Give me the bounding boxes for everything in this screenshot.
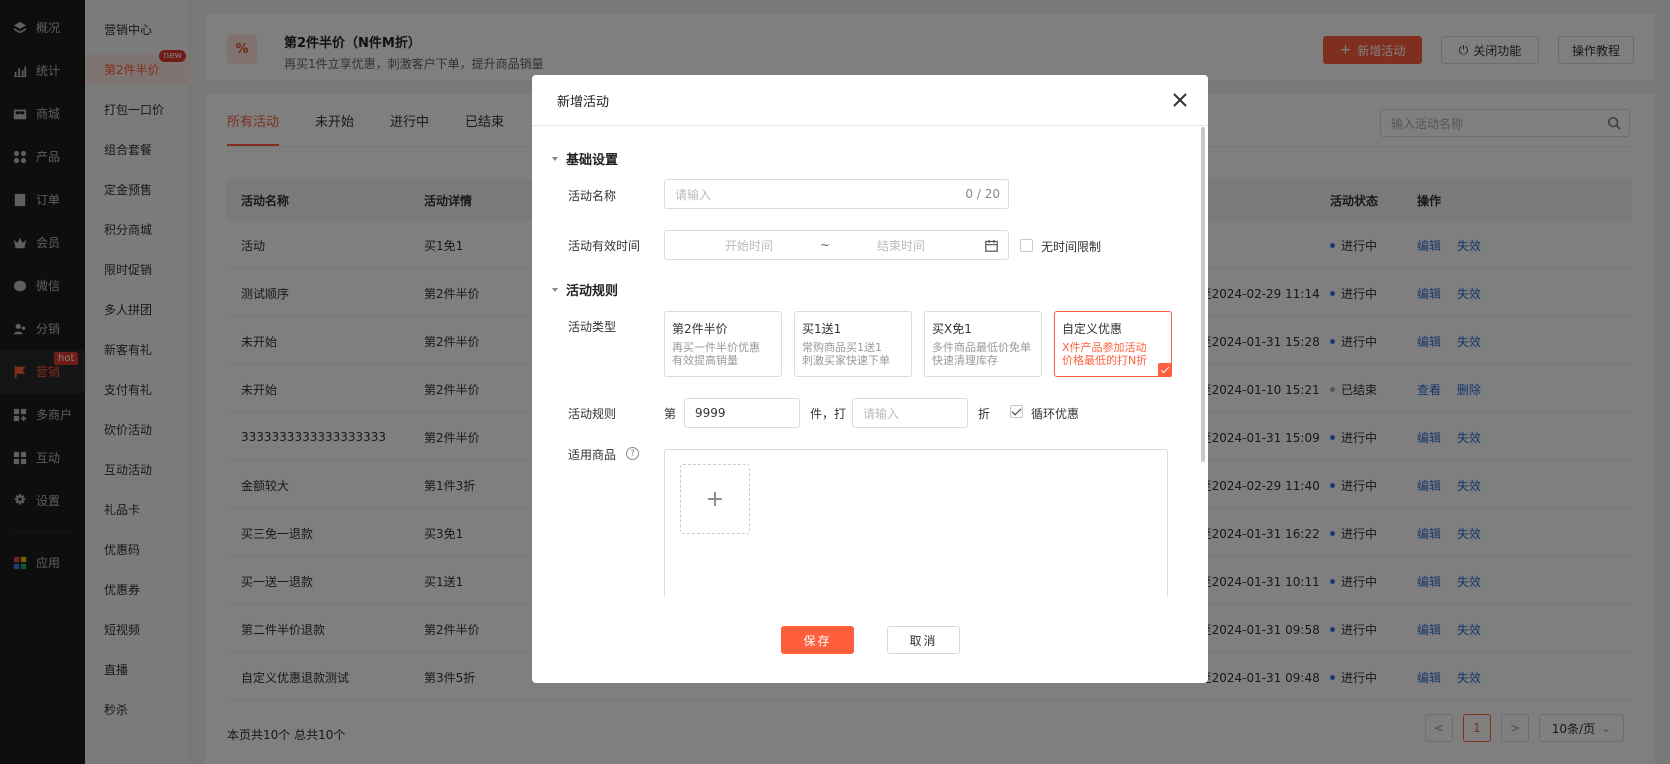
date-range-picker[interactable]: 开始时间 ~ 结束时间 (664, 230, 1009, 260)
rule-discount-input[interactable]: 请输入 (852, 398, 968, 428)
type-title: 买X免1 (932, 322, 972, 336)
caret-down-icon (552, 156, 558, 161)
dialog-divider (532, 125, 1208, 126)
caret-down-icon (552, 287, 558, 292)
dialog-scrollbar[interactable] (1201, 127, 1205, 462)
add-goods-button[interactable]: + (680, 464, 750, 534)
section-basic-label: 基础设置 (566, 153, 619, 168)
check-icon (1158, 363, 1172, 377)
goods-label: 适用商品 (568, 448, 617, 462)
type-card-second-half[interactable]: 第2件半价 再买一件半价优惠 有效提高销量 (664, 311, 782, 377)
name-char-count: 0 / 20 (965, 187, 1000, 201)
type-title: 自定义优惠 (1062, 322, 1123, 336)
name-placeholder: 请输入 (675, 187, 712, 202)
type-title: 第2件半价 (672, 322, 728, 336)
type-desc: 常购商品买1送1 (802, 341, 882, 354)
type-desc: 多件商品最低价免单 (932, 341, 1031, 354)
rule-quantity-value: 9999 (695, 406, 726, 420)
end-time-input[interactable]: 结束时间 (877, 237, 925, 254)
type-desc: 再买一件半价优惠 (672, 341, 760, 354)
type-card-buyx-free1[interactable]: 买X免1 多件商品最低价免单 快速清理库存 (924, 311, 1042, 377)
rule-mid: 件，打 (810, 407, 847, 421)
loop-discount-checkbox[interactable] (1010, 405, 1023, 418)
save-button[interactable]: 保存 (781, 626, 854, 654)
type-desc: X件产品参加活动 (1062, 341, 1147, 354)
dialog-title: 新增活动 (557, 94, 610, 110)
start-time-input[interactable]: 开始时间 (725, 237, 773, 254)
rule-suffix: 折 (978, 407, 991, 421)
time-label: 活动有效时间 (568, 239, 641, 253)
section-basic: 基础设置 (552, 149, 618, 168)
help-icon[interactable]: ? (626, 447, 639, 460)
activity-name-input[interactable]: 请输入 0 / 20 (664, 179, 1009, 209)
range-separator: ~ (820, 238, 831, 252)
no-time-limit-label: 无时间限制 (1041, 240, 1102, 254)
close-icon[interactable] (1170, 90, 1190, 110)
goods-selector: + (664, 449, 1168, 597)
rule-prefix: 第 (664, 407, 677, 421)
rule-label: 活动规则 (568, 407, 617, 421)
loop-discount-label: 循环优惠 (1031, 407, 1080, 421)
plus-icon: + (705, 486, 725, 512)
type-desc: 有效提高销量 (672, 354, 738, 367)
no-time-limit-checkbox[interactable] (1020, 239, 1033, 252)
rule-quantity-input[interactable]: 9999 (684, 398, 800, 428)
calendar-icon (985, 239, 998, 252)
type-card-buy1get1[interactable]: 买1送1 常购商品买1送1 刺激买家快速下单 (794, 311, 912, 377)
type-label: 活动类型 (568, 320, 617, 334)
new-activity-dialog: 新增活动 基础设置 活动名称 请输入 0 / 20 活动有效时间 开始时间 ~ … (532, 75, 1208, 683)
type-title: 买1送1 (802, 322, 842, 336)
type-card-custom[interactable]: 自定义优惠 X件产品参加活动 价格最低的打N折 (1054, 311, 1172, 377)
cancel-button[interactable]: 取消 (887, 626, 960, 654)
type-desc: 刺激买家快速下单 (802, 354, 890, 367)
name-label: 活动名称 (568, 189, 617, 203)
section-rules: 活动规则 (552, 280, 618, 299)
type-desc: 价格最低的打N折 (1062, 354, 1148, 367)
type-desc: 快速清理库存 (932, 354, 998, 367)
rule-discount-placeholder: 请输入 (863, 406, 900, 421)
section-rules-label: 活动规则 (566, 284, 619, 299)
